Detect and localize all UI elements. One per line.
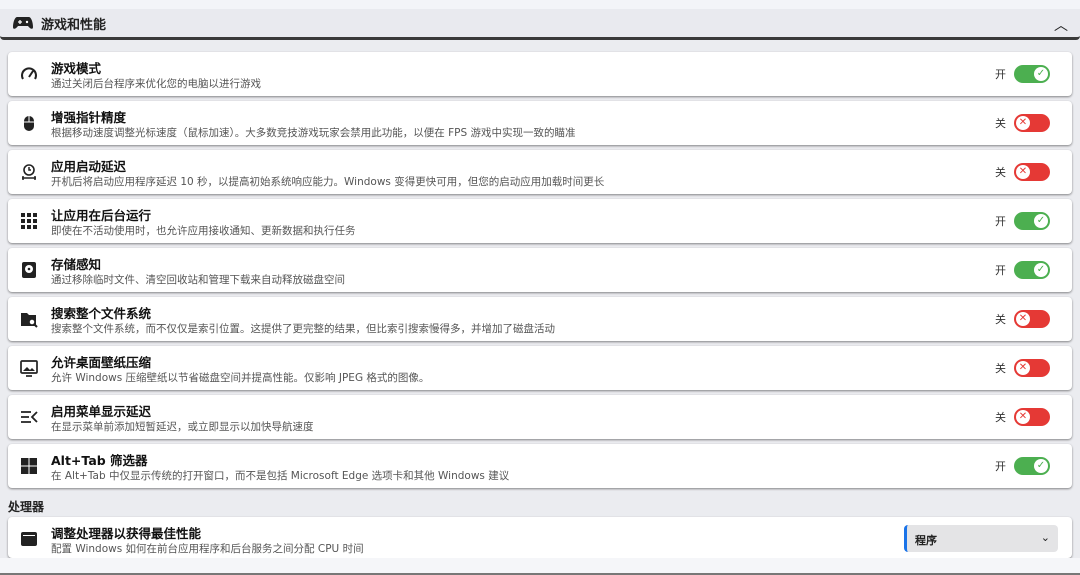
setting-description: 配置 Windows 如何在前台应用程序和后台服务之间分配 CPU 时间 [51, 543, 364, 555]
storage-icon [22, 262, 36, 278]
setting-title: 调整处理器以获得最佳性能 [51, 526, 202, 541]
setting-card: 增强指针精度 根据移动速度调整光标速度（鼠标加速）。大多数竞技游戏玩家会禁用此功… [8, 101, 1072, 145]
setting-title: Alt+Tab 筛选器 [51, 453, 148, 468]
setting-description: 在 Alt+Tab 中仅显示传统的打开窗口，而不是包括 Microsoft Ed… [51, 470, 510, 482]
startup-delay-icon [22, 164, 36, 180]
setting-description: 搜索整个文件系统，而不仅仅是索引位置。这提供了更完整的结果，但比索引搜索慢得多，… [51, 323, 555, 335]
toggle-switch[interactable]: ✓ [1014, 212, 1050, 230]
x-icon: ✕ [1016, 410, 1030, 424]
toggle-switch[interactable]: ✕ [1014, 310, 1050, 328]
toggle-switch[interactable]: ✓ [1014, 65, 1050, 83]
setting-card: 存储感知 通过移除临时文件、清空回收站和管理下载来自动释放磁盘空间 开 ✓ [8, 248, 1072, 292]
processor-section-label: 处理器 [8, 500, 45, 514]
setting-title: 应用启动延迟 [51, 159, 127, 174]
toggle-state-label: 开 [995, 460, 1006, 473]
toggle-switch[interactable]: ✕ [1014, 114, 1050, 132]
check-icon: ✓ [1034, 67, 1048, 81]
processor-priority-select[interactable]: 程序 ⌄ [904, 525, 1058, 552]
toggle-state-label: 关 [995, 166, 1006, 179]
mouse-icon [24, 116, 34, 131]
chevron-down-icon: ⌄ [1040, 531, 1050, 544]
gamepad-icon [13, 17, 33, 29]
check-icon: ✓ [1034, 214, 1048, 228]
menu-delay-icon [21, 411, 38, 423]
setting-card: 让应用在后台运行 即使在不活动使用时，也允许应用接收通知、更新数据和执行任务 开… [8, 199, 1072, 243]
setting-title: 增强指针精度 [51, 110, 127, 125]
setting-description: 在显示菜单前添加短暂延迟，或立即显示以加快导航速度 [51, 421, 314, 433]
setting-description: 根据移动速度调整光标速度（鼠标加速）。大多数竞技游戏玩家会禁用此功能，以便在 F… [51, 127, 576, 139]
select-value: 程序 [915, 534, 937, 547]
toggle-state-label: 关 [995, 117, 1006, 130]
apps-grid-icon [21, 213, 37, 229]
setting-card: 启用菜单显示延迟 在显示菜单前添加短暂延迟，或立即显示以加快导航速度 关 ✕ [8, 395, 1072, 439]
toggle-state-label: 关 [995, 313, 1006, 326]
toggle-switch[interactable]: ✓ [1014, 457, 1050, 475]
section-title: 游戏和性能 [41, 17, 107, 33]
toggle-state-label: 开 [995, 68, 1006, 81]
toggle-switch[interactable]: ✕ [1014, 408, 1050, 426]
windows-icon [21, 458, 37, 474]
wallpaper-icon [20, 360, 38, 377]
processor-setting-card: 调整处理器以获得最佳性能 配置 Windows 如何在前台应用程序和后台服务之间… [8, 517, 1072, 558]
setting-card: 应用启动延迟 开机后将启动应用程序延迟 10 秒，以提高初始系统响应能力。Win… [8, 150, 1072, 194]
toggle-switch[interactable]: ✓ [1014, 261, 1050, 279]
check-icon: ✓ [1034, 459, 1048, 473]
section-header-gaming[interactable]: 游戏和性能 ︿ [0, 9, 1080, 40]
setting-card: 搜索整个文件系统 搜索整个文件系统，而不仅仅是索引位置。这提供了更完整的结果，但… [8, 297, 1072, 341]
setting-description: 允许 Windows 压缩壁纸以节省磁盘空间并提高性能。仅影响 JPEG 格式的… [51, 372, 430, 384]
setting-card: 游戏模式 通过关闭后台程序来优化您的电脑以进行游戏 开 ✓ [8, 52, 1072, 96]
setting-title: 游戏模式 [51, 61, 102, 76]
x-icon: ✕ [1016, 116, 1030, 130]
setting-card: 允许桌面壁纸压缩 允许 Windows 压缩壁纸以节省磁盘空间并提高性能。仅影响… [8, 346, 1072, 390]
toggle-state-label: 关 [995, 411, 1006, 424]
setting-description: 即使在不活动使用时，也允许应用接收通知、更新数据和执行任务 [51, 225, 356, 237]
setting-title: 存储感知 [51, 257, 102, 272]
setting-title: 让应用在后台运行 [51, 208, 152, 223]
x-icon: ✕ [1016, 165, 1030, 179]
folder-search-icon [21, 313, 38, 328]
x-icon: ✕ [1016, 312, 1030, 326]
setting-title: 启用菜单显示延迟 [51, 404, 152, 419]
setting-title: 搜索整个文件系统 [51, 306, 152, 321]
x-icon: ✕ [1016, 361, 1030, 375]
bottom-bar [0, 558, 1080, 575]
setting-description: 通过移除临时文件、清空回收站和管理下载来自动释放磁盘空间 [51, 274, 345, 286]
toggle-state-label: 关 [995, 362, 1006, 375]
setting-title: 允许桌面壁纸压缩 [51, 355, 152, 370]
cpu-window-icon [21, 532, 37, 546]
toggle-switch[interactable]: ✕ [1014, 359, 1050, 377]
setting-description: 通过关闭后台程序来优化您的电脑以进行游戏 [51, 78, 261, 90]
top-strip [0, 0, 1080, 9]
toggle-switch[interactable]: ✕ [1014, 163, 1050, 181]
setting-description: 开机后将启动应用程序延迟 10 秒，以提高初始系统响应能力。Windows 变得… [51, 176, 605, 188]
speedometer-icon [21, 67, 37, 80]
toggle-state-label: 开 [995, 264, 1006, 277]
toggle-state-label: 开 [995, 215, 1006, 228]
setting-card: Alt+Tab 筛选器 在 Alt+Tab 中仅显示传统的打开窗口，而不是包括 … [8, 444, 1072, 488]
chevron-up-icon[interactable]: ︿ [1054, 15, 1068, 35]
check-icon: ✓ [1034, 263, 1048, 277]
